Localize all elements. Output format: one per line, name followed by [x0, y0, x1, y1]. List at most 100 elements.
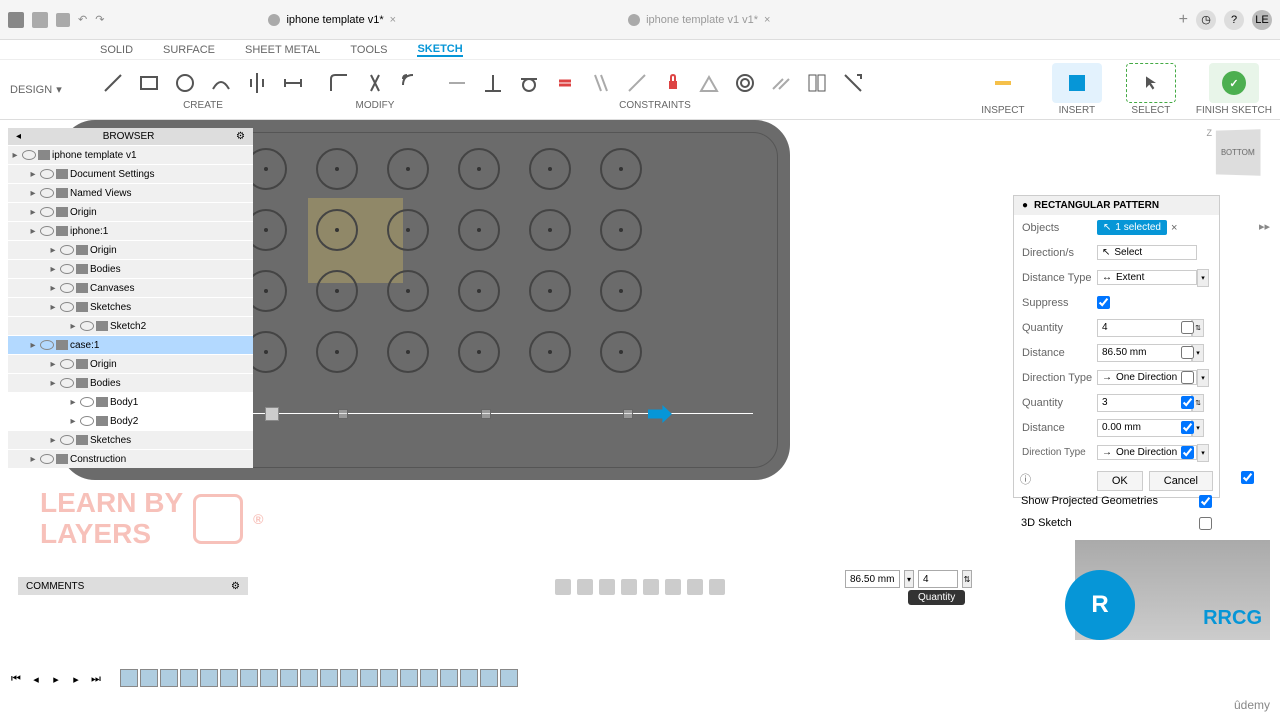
- pattern-marker[interactable]: [481, 409, 491, 419]
- inspect-button[interactable]: [978, 63, 1028, 103]
- drag-handle[interactable]: [265, 407, 279, 421]
- trim-tool[interactable]: [360, 68, 390, 98]
- symmetry-constraint[interactable]: [802, 68, 832, 98]
- cancel-button[interactable]: Cancel: [1149, 471, 1213, 491]
- visibility-icon[interactable]: [40, 169, 54, 179]
- show-projected-checkbox[interactable]: [1199, 495, 1212, 508]
- suppress-checkbox[interactable]: [1097, 296, 1110, 309]
- timeline-feature[interactable]: [240, 669, 258, 687]
- timeline-feature[interactable]: [340, 669, 358, 687]
- timeline-feature[interactable]: [200, 669, 218, 687]
- tree-item[interactable]: ▸Bodies: [8, 260, 253, 278]
- line-tool[interactable]: [98, 68, 128, 98]
- tree-item[interactable]: ▸Sketch2: [8, 317, 253, 335]
- row-checkbox[interactable]: [1181, 396, 1194, 409]
- row-checkbox[interactable]: [1181, 421, 1194, 434]
- pattern-circle[interactable]: [458, 331, 500, 373]
- redo-icon[interactable]: ↷: [95, 13, 104, 26]
- expand-icon[interactable]: ▸: [68, 321, 78, 332]
- timeline-feature[interactable]: [280, 669, 298, 687]
- sketch3d-checkbox[interactable]: [1199, 517, 1212, 530]
- tab-solid[interactable]: SOLID: [100, 44, 133, 56]
- doc-tab-2[interactable]: iphone template v1 v1* ×: [612, 5, 786, 35]
- pattern-circle[interactable]: [458, 209, 500, 251]
- pan-icon[interactable]: [599, 579, 615, 595]
- expand-icon[interactable]: ▸: [10, 150, 20, 161]
- pattern-circle[interactable]: [387, 270, 429, 312]
- pattern-circle[interactable]: [529, 209, 571, 251]
- arc-tool[interactable]: [206, 68, 236, 98]
- row-checkbox[interactable]: [1181, 371, 1194, 384]
- timeline-next-icon[interactable]: ▸: [68, 672, 84, 688]
- browser-header[interactable]: ◂ BROWSER ⚙: [8, 128, 253, 145]
- tab-sketch[interactable]: SKETCH: [417, 43, 462, 57]
- visibility-icon[interactable]: [40, 226, 54, 236]
- tab-sheetmetal[interactable]: SHEET METAL: [245, 44, 320, 56]
- comments-bar[interactable]: COMMENTS ⚙: [18, 577, 248, 595]
- timeline-feature[interactable]: [220, 669, 238, 687]
- timeline-feature[interactable]: [300, 669, 318, 687]
- expand-icon[interactable]: ▸: [28, 226, 38, 237]
- quantity-input-1[interactable]: [1097, 319, 1192, 337]
- timeline-feature[interactable]: [500, 669, 518, 687]
- timeline-feature[interactable]: [460, 669, 478, 687]
- tree-item[interactable]: ▸Sketches: [8, 431, 253, 449]
- row-checkbox[interactable]: [1181, 321, 1194, 334]
- pattern-circle[interactable]: [529, 270, 571, 312]
- orbit-icon[interactable]: [555, 579, 571, 595]
- pattern-circle[interactable]: [387, 209, 429, 251]
- timeline-feature[interactable]: [360, 669, 378, 687]
- visibility-icon[interactable]: [22, 150, 36, 160]
- pattern-circle[interactable]: [458, 148, 500, 190]
- undo-icon[interactable]: ↶: [78, 13, 87, 26]
- grid-icon[interactable]: [687, 579, 703, 595]
- doc-tab-1[interactable]: iphone template v1* ×: [252, 5, 412, 35]
- visibility-icon[interactable]: [40, 207, 54, 217]
- pattern-circle[interactable]: [387, 148, 429, 190]
- pattern-circle[interactable]: [316, 209, 358, 251]
- tree-item[interactable]: ▸iphone:1: [8, 222, 253, 240]
- zoom-icon[interactable]: [621, 579, 637, 595]
- mirror-tool[interactable]: [242, 68, 272, 98]
- tree-item[interactable]: ▸Origin: [8, 241, 253, 259]
- visibility-icon[interactable]: [40, 188, 54, 198]
- close-icon[interactable]: ×: [390, 14, 396, 26]
- parallel-constraint[interactable]: [586, 68, 616, 98]
- visibility-icon[interactable]: [60, 359, 74, 369]
- inline-distance-input[interactable]: [845, 570, 900, 588]
- tree-item[interactable]: ▸Body1: [8, 393, 253, 411]
- timeline-feature[interactable]: [160, 669, 178, 687]
- chevron-left-icon[interactable]: ◂: [16, 131, 21, 142]
- panel-collapse-icon[interactable]: ▸▸: [1259, 220, 1270, 233]
- tree-item[interactable]: ▸Document Settings: [8, 165, 253, 183]
- offset-tool[interactable]: [396, 68, 426, 98]
- expand-icon[interactable]: ▸: [28, 169, 38, 180]
- display-icon[interactable]: [665, 579, 681, 595]
- dimension-tool[interactable]: [278, 68, 308, 98]
- tree-item[interactable]: ▸Origin: [8, 203, 253, 221]
- finish-sketch-button[interactable]: ✓: [1209, 63, 1259, 103]
- pattern-circle[interactable]: [529, 331, 571, 373]
- visibility-icon[interactable]: [80, 397, 94, 407]
- tree-item[interactable]: ▸Origin: [8, 355, 253, 373]
- pattern-circle[interactable]: [600, 270, 642, 312]
- timeline-prev-icon[interactable]: ◂: [28, 672, 44, 688]
- circle-tool[interactable]: [170, 68, 200, 98]
- close-icon[interactable]: ×: [764, 14, 770, 26]
- x-arrow-icon[interactable]: [648, 405, 672, 423]
- stepper-icon[interactable]: ⇅: [962, 570, 972, 588]
- expand-icon[interactable]: ▸: [48, 378, 58, 389]
- inline-quantity-input[interactable]: [918, 570, 958, 588]
- expand-icon[interactable]: ▸: [48, 283, 58, 294]
- visibility-icon[interactable]: [60, 378, 74, 388]
- row-checkbox[interactable]: [1181, 346, 1194, 359]
- timeline-feature[interactable]: [440, 669, 458, 687]
- gear-icon[interactable]: ⚙: [236, 131, 245, 142]
- insert-button[interactable]: [1052, 63, 1102, 103]
- expand-icon[interactable]: ▸: [48, 435, 58, 446]
- visibility-icon[interactable]: [40, 454, 54, 464]
- expand-icon[interactable]: ▸: [48, 302, 58, 313]
- pattern-circle[interactable]: [316, 148, 358, 190]
- selection-chip[interactable]: ↖ 1 selected: [1097, 220, 1167, 235]
- row-checkbox[interactable]: [1241, 471, 1254, 484]
